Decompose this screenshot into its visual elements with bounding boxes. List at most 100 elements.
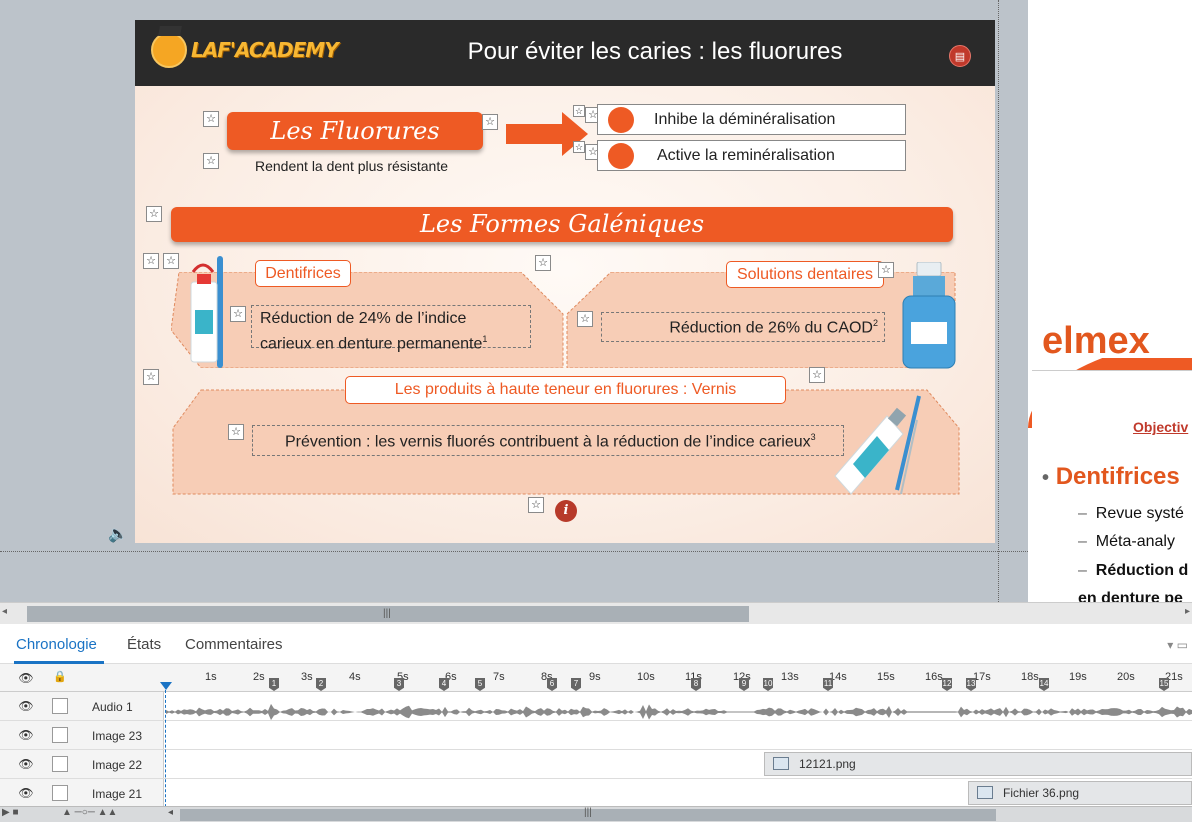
bullet-dot-1: [608, 107, 634, 133]
adjacent-line-2: Méta-analy: [1095, 533, 1175, 550]
audio-waveform: [166, 703, 1192, 721]
lock-checkbox[interactable]: [52, 756, 68, 772]
varnish-tube-icon: [834, 395, 921, 495]
tick-label: 3s: [301, 671, 313, 683]
scroll-left-icon[interactable]: ◂: [2, 606, 7, 617]
image-file-icon: [977, 786, 993, 799]
zoom-slider-icon[interactable]: ▲ ─○─ ▲▲: [62, 807, 117, 818]
tick-label: 1s: [205, 671, 217, 683]
effect-star-icon[interactable]: ☆: [230, 306, 246, 322]
adjacent-heading: Dentifrices: [1055, 463, 1180, 490]
eye-icon[interactable]: 👁: [16, 696, 36, 716]
effect-star-icon[interactable]: ☆: [878, 262, 894, 278]
tick-label: 19s: [1069, 671, 1087, 683]
bullet-box-2[interactable]: Active la reminéralisation: [597, 140, 906, 171]
formes-label: Les Formes Galéniques: [419, 210, 705, 238]
guide-horizontal: [0, 551, 1192, 552]
scroll-right-icon[interactable]: ▸: [1185, 606, 1190, 617]
fluorures-banner[interactable]: Les Fluorures: [227, 112, 483, 150]
lock-checkbox[interactable]: [52, 785, 68, 801]
book-icon[interactable]: ▤: [949, 45, 971, 67]
play-icon[interactable]: ▶ ■: [2, 807, 19, 818]
fluorures-label: Les Fluorures: [270, 117, 440, 145]
timeline-scrollbar-thumb[interactable]: |||: [180, 807, 996, 821]
effect-star-icon[interactable]: ☆: [163, 253, 179, 269]
effect-star-icon[interactable]: ☆: [573, 141, 585, 153]
timeline-tabs: Chronologie États Commentaires ▾ ▭: [0, 624, 1192, 664]
eye-icon[interactable]: 👁: [16, 725, 36, 745]
panel-menu-icon[interactable]: ▾ ▭: [1167, 638, 1188, 652]
tick-label: 16s: [925, 671, 943, 683]
row-label: Audio 1: [92, 700, 133, 714]
bullet-box-1[interactable]: Inhibe la déminéralisation: [597, 104, 906, 135]
lock-icon[interactable]: 🔒: [52, 670, 68, 686]
tick-label: 13s: [781, 671, 799, 683]
slide-title: Pour éviter les caries : les fluorures: [467, 38, 843, 65]
adjacent-line-3: Réduction d: [1095, 562, 1189, 579]
tick-label: 15s: [877, 671, 895, 683]
lock-checkbox[interactable]: [52, 727, 68, 743]
solutions-label[interactable]: Solutions dentaires: [726, 261, 884, 288]
timeline-row-image23[interactable]: 👁 Image 23: [0, 721, 1192, 750]
solutions-textbox[interactable]: Réduction de 26% du CAOD2: [601, 312, 885, 342]
effect-star-icon[interactable]: ☆: [573, 105, 585, 117]
dentifrices-label[interactable]: Dentifrices: [255, 260, 351, 287]
adjacent-line-1: Revue systé: [1095, 505, 1184, 522]
vernis-label[interactable]: Les produits à haute teneur en fluorures…: [345, 376, 786, 404]
bullet-dot-2: [608, 143, 634, 169]
scrollbar-thumb[interactable]: |||: [27, 606, 749, 622]
row-label: Image 23: [92, 729, 143, 743]
image21-filename: Fichier 36.png: [1003, 786, 1080, 800]
lock-checkbox[interactable]: [52, 698, 68, 714]
formes-banner[interactable]: Les Formes Galéniques: [171, 207, 953, 242]
image-file-icon: [773, 757, 789, 770]
effect-star-icon[interactable]: ☆: [146, 206, 162, 222]
dentifrices-sup: 1: [482, 334, 488, 344]
effect-star-icon[interactable]: ☆: [482, 114, 498, 130]
fluorures-caption: Rendent la dent plus résistante: [255, 158, 449, 174]
adjacent-line-4: en denture pe: [1078, 590, 1183, 602]
solutions-text: Réduction de 26% du CAOD: [669, 319, 873, 337]
image22-filename: 12121.png: [799, 757, 856, 771]
effect-star-icon[interactable]: ☆: [203, 153, 219, 169]
effect-star-icon[interactable]: ☆: [143, 369, 159, 385]
tick-label: 7s: [493, 671, 505, 683]
elmex-brand: elmex: [1028, 318, 1192, 358]
logo-badge-icon: [151, 32, 187, 68]
effect-star-icon[interactable]: ☆: [577, 311, 593, 327]
stage-horizontal-scrollbar[interactable]: ◂ ||| ▸: [0, 602, 1192, 624]
info-icon[interactable]: i: [555, 500, 577, 522]
arrow-body: [506, 124, 562, 144]
effect-star-icon[interactable]: ☆: [228, 424, 244, 440]
eye-icon[interactable]: 👁: [16, 783, 36, 803]
eye-icon[interactable]: 👁: [16, 754, 36, 774]
tab-commentaires[interactable]: Commentaires: [185, 636, 283, 653]
tab-etats[interactable]: États: [127, 636, 161, 653]
effect-star-icon[interactable]: ☆: [528, 497, 544, 513]
playhead-line: [165, 690, 166, 822]
scroll-left-icon[interactable]: ◂: [168, 807, 173, 818]
timeline-panel: Chronologie États Commentaires ▾ ▭ 👁 🔒 👁…: [0, 624, 1192, 822]
vernis-textbox[interactable]: Prévention : les vernis fluorés contribu…: [252, 425, 844, 456]
effect-star-icon[interactable]: ☆: [203, 111, 219, 127]
timeline-bottom-bar: ▶ ■ ▲ ─○─ ▲▲ ◂ |||: [0, 806, 1192, 822]
row-label: Image 21: [92, 787, 143, 801]
bullet-1-text: Inhibe la déminéralisation: [654, 111, 836, 128]
bullet-2-text: Active la reminéralisation: [657, 147, 835, 164]
speaker-icon[interactable]: 🔈: [108, 524, 128, 544]
timeline-row-image22[interactable]: 👁 Image 22 12121.png: [0, 750, 1192, 779]
effect-star-icon[interactable]: ☆: [535, 255, 551, 271]
tab-chronologie[interactable]: Chronologie: [16, 636, 97, 653]
solutions-sup: 2: [872, 318, 878, 328]
timeline-row-image21[interactable]: 👁 Image 21 Fichier 36.png: [0, 779, 1192, 808]
slide: LAF'ACADEMY Pour éviter les caries : les…: [135, 20, 995, 543]
dentifrices-textbox[interactable]: Réduction de 24% de l’indice carieux en …: [251, 305, 531, 352]
playhead-icon[interactable]: [160, 682, 172, 690]
effect-star-icon[interactable]: ☆: [809, 367, 825, 383]
tick-label: 18s: [1021, 671, 1039, 683]
effect-star-icon[interactable]: ☆: [143, 253, 159, 269]
tick-label: 2s: [253, 671, 265, 683]
image21-clip[interactable]: Fichier 36.png: [968, 781, 1192, 805]
eye-icon[interactable]: 👁: [16, 668, 36, 688]
image22-clip[interactable]: 12121.png: [764, 752, 1192, 776]
